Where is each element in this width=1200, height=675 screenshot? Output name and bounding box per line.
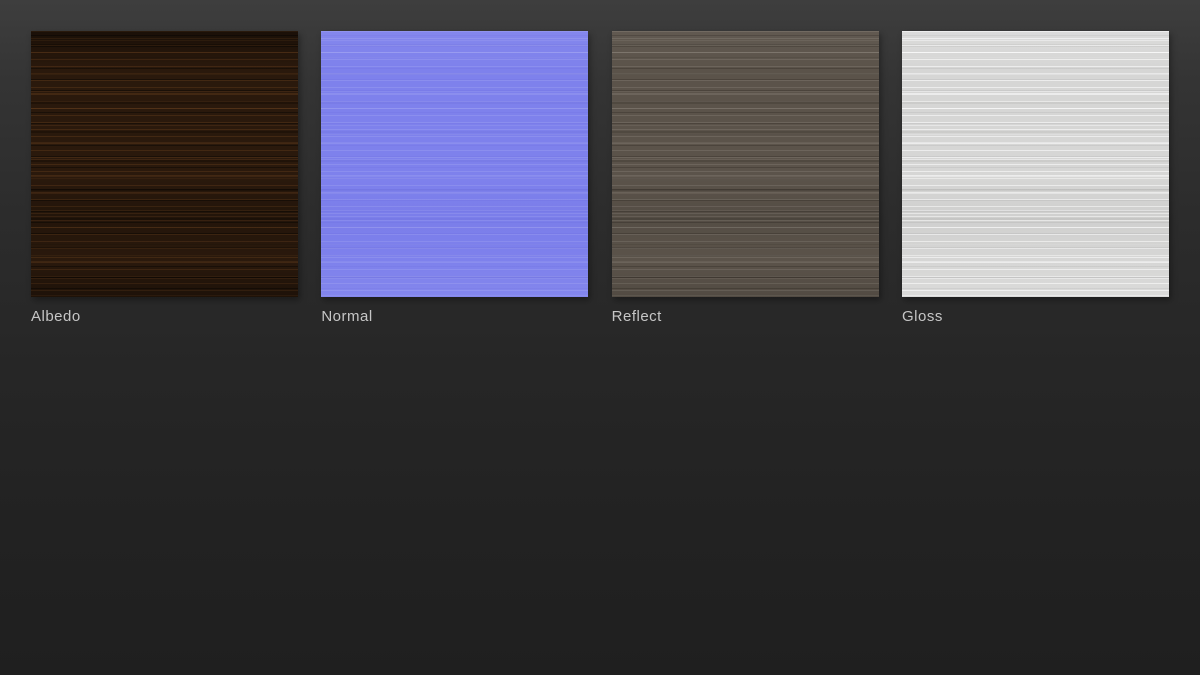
gloss-label: Gloss <box>901 308 943 325</box>
albedo-label: Albedo <box>31 308 81 325</box>
albedo-tone-overlay <box>31 31 298 297</box>
normal-label: Normal <box>321 308 373 325</box>
gloss-tone-overlay <box>901 31 1169 297</box>
normal-tone-overlay <box>321 31 589 297</box>
normal-swatch[interactable] <box>321 31 589 297</box>
texture-tile-albedo: Albedo <box>31 31 298 326</box>
reflect-tone-overlay <box>611 31 879 297</box>
texture-tile-reflect: Reflect <box>611 31 879 326</box>
reflect-swatch[interactable] <box>611 31 879 297</box>
gloss-swatch[interactable] <box>901 31 1169 297</box>
albedo-swatch[interactable] <box>31 31 298 297</box>
texture-tile-normal: Normal <box>321 31 589 326</box>
reflect-label: Reflect <box>611 308 662 325</box>
texture-tile-gloss: Gloss <box>901 31 1169 326</box>
texture-map-row: Albedo Normal Reflect Gloss <box>0 0 1200 326</box>
